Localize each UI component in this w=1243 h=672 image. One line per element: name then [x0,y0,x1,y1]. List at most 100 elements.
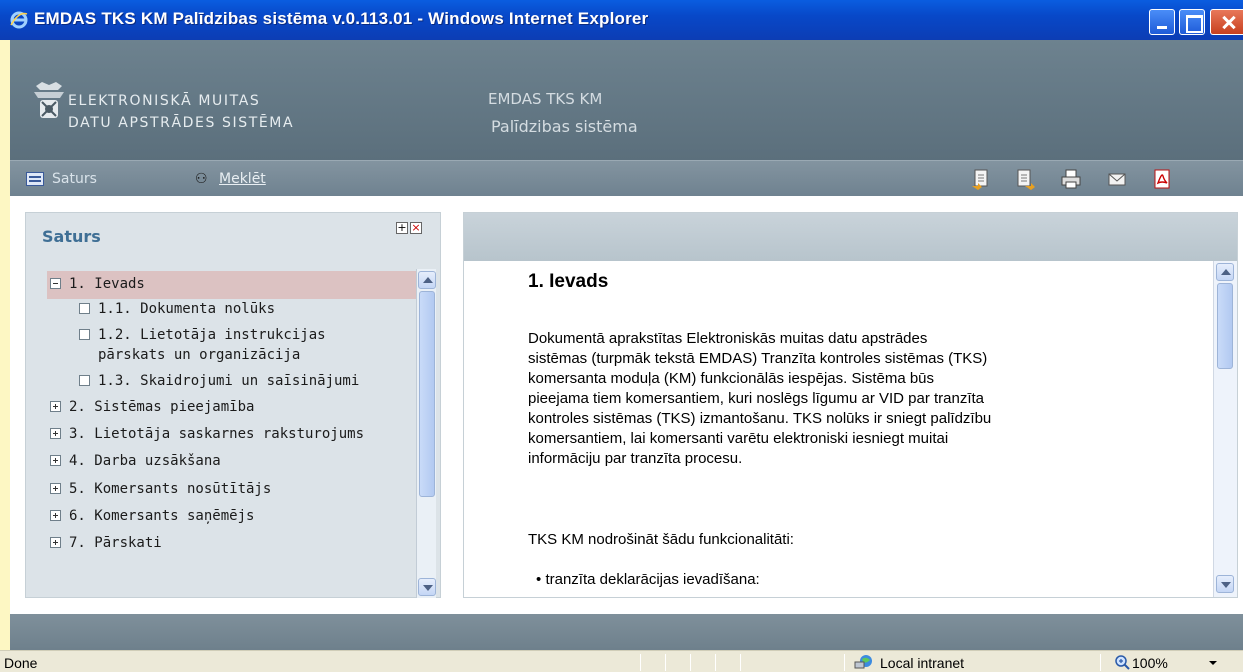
app-subtitle: Palīdzibas sistēma [491,117,638,136]
document-heading: 1. Ievads [528,271,609,292]
toc-item-1-1[interactable]: 1.1. Dokumenta nolūks [79,301,275,317]
window-frame-left [0,40,10,654]
close-window-button[interactable] [1210,9,1243,35]
zoom-level[interactable]: 100% [1132,655,1168,671]
email-icon[interactable] [1106,168,1128,190]
logo-text-line2: DATU APSTRĀDES SISTĒMA [68,115,295,131]
window-title: EMDAS TKS KM Palīdzibas sistēma v.0.113.… [34,9,649,28]
paragraph-line: kontroles sistēmas (TKS) izmantošanu. TK… [528,410,992,427]
expand-icon[interactable] [50,455,61,466]
scroll-down-button[interactable] [418,578,436,596]
contents-tab[interactable]: Saturs [52,171,97,187]
search-glasses-icon[interactable]: ⚇ [195,171,208,187]
document-panel: 1. Ievads Dokumentā aprakstītas Elektron… [463,212,1238,598]
status-separator [640,654,641,671]
document-paragraph-2: TKS KM nodrošināt šādu funkcionalitāti: [528,531,794,548]
pdf-icon[interactable] [1151,168,1173,190]
paragraph-line: informāciju par tranzīta procesu. [528,450,743,467]
document-body: 1. Ievads Dokumentā aprakstītas Elektron… [464,261,1212,597]
zoom-icon[interactable] [1114,654,1130,670]
scroll-down-button[interactable] [1216,575,1234,593]
toc-item-7[interactable]: 7. Pārskati [50,535,162,551]
expand-icon[interactable] [50,537,61,548]
security-zone-text: Local intranet [880,655,965,671]
page-icon [79,329,90,340]
paragraph-line: pieejama tiem komersantiem, kuri noslēgs… [528,390,985,407]
scroll-up-button[interactable] [418,271,436,289]
page-icon [79,375,90,386]
toc-item-label: 3. Lietotāja saskarnes raksturojums [69,426,365,442]
status-separator [740,654,741,671]
chevron-up-icon [423,277,433,283]
list-item-text: tranzīta deklarācijas ievadīšana: [545,571,760,588]
toc-scrollbar[interactable] [416,269,436,598]
print-icon[interactable] [1060,168,1082,190]
zoom-dropdown-icon[interactable] [1209,661,1217,665]
toc-item-3[interactable]: 3. Lietotāja saskarnes raksturojums [50,426,364,442]
toc-item-label: 1.1. Dokumenta nolūks [98,301,276,317]
app-header: ELEKTRONISKĀ MUITAS DATU APSTRĀDES SISTĒ… [10,40,1243,160]
contents-icon[interactable] [26,172,44,186]
maximize-button[interactable] [1179,9,1205,35]
footer-band [10,614,1243,650]
scroll-thumb[interactable] [1217,283,1233,369]
bullet-icon: • [536,571,542,588]
expand-icon[interactable] [50,428,61,439]
toc-item-4[interactable]: 4. Darba uzsākšana [50,453,221,469]
window-titlebar: EMDAS TKS KM Palīdzibas sistēma v.0.113.… [0,0,1243,40]
document-scrollbar[interactable] [1213,261,1237,597]
toc-item-label: 7. Pārskati [69,535,162,551]
toc-item-label: 5. Komersants nosūtītājs [69,481,272,497]
local-intranet-icon [854,655,872,669]
expand-icon[interactable] [50,401,61,412]
chevron-down-icon [1221,582,1231,588]
paragraph-line: sistēmas (turpmāk tekstā EMDAS) Tranzīta… [528,350,988,367]
toc-tree: 1. Ievads 1.1. Dokumenta nolūks 1.2. Lie… [26,269,414,597]
minimize-button[interactable] [1149,9,1175,35]
paragraph-line: Dokumentā aprakstītas Elektroniskās muit… [528,330,928,347]
collapse-icon[interactable] [50,278,61,289]
toc-item-1[interactable]: 1. Ievads [50,276,145,292]
expand-icon[interactable] [50,510,61,521]
toc-item-1-2-continued[interactable]: pārskats un organizācija [98,347,300,363]
toc-item-1-2[interactable]: 1.2. Lietotāja instrukcijas [79,327,326,343]
status-separator [1100,654,1101,671]
toc-panel: Saturs + × 1. Ievads 1.1. Dokumenta nolū… [25,212,441,598]
previous-page-icon[interactable] [970,168,992,190]
status-bar: Done Local intranet 100% [0,650,1243,672]
logo-text-line1: ELEKTRONISKĀ MUITAS [68,93,261,109]
document-paragraph: Dokumentā aprakstītas Elektroniskās muit… [528,329,1188,469]
toc-item-2[interactable]: 2. Sistēmas pieejamība [50,399,254,415]
search-link[interactable]: Meklēt [219,171,266,187]
customs-emblem-logo [34,82,64,118]
toc-item-label: 4. Darba uzsākšana [69,453,221,469]
next-page-icon[interactable] [1015,168,1037,190]
toc-item-label: 1. Ievads [69,276,145,292]
scroll-thumb[interactable] [419,291,435,497]
toc-title: Saturs [42,227,101,246]
expand-icon[interactable] [50,483,61,494]
paragraph-line: komersanta moduļa (KM) funkcionālās iesp… [528,370,935,387]
status-separator [844,654,845,671]
chevron-down-icon [423,585,433,591]
close-panel-icon[interactable]: × [410,222,422,234]
status-separator [690,654,691,671]
chevron-up-icon [1221,269,1231,275]
page-icon [79,303,90,314]
document-list-item: • tranzīta deklarācijas ievadīšana: [536,571,760,588]
toc-item-1-3[interactable]: 1.3. Skaidrojumi un saīsinājumi [79,373,359,389]
toc-header: Saturs + × [26,213,440,261]
internet-explorer-icon [10,11,28,29]
status-text: Done [4,655,38,671]
toc-item-label: pārskats un organizācija [98,347,301,363]
toc-item-label: 1.3. Skaidrojumi un saīsinājumi [98,373,360,389]
help-toolbar: Saturs ⚇ Meklēt [10,160,1243,196]
toc-item-5[interactable]: 5. Komersants nosūtītājs [50,481,271,497]
document-header-bar [464,213,1237,261]
scroll-up-button[interactable] [1216,263,1234,281]
paragraph-line: komersantiem, lai komersanti varētu elek… [528,430,949,447]
toc-item-label: 2. Sistēmas pieejamība [69,399,255,415]
expand-all-icon[interactable]: + [396,222,408,234]
toc-item-6[interactable]: 6. Komersants saņēmējs [50,508,254,524]
status-separator [665,654,666,671]
